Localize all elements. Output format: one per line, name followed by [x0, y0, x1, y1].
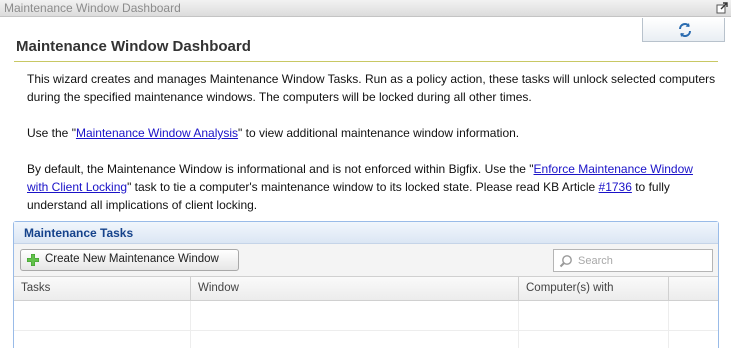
magnifier-icon — [559, 255, 572, 268]
window-title: Maintenance Window Dashboard — [4, 1, 181, 15]
popout-icon[interactable] — [716, 2, 728, 14]
column-header-computers[interactable]: Computer(s) with — [519, 277, 669, 301]
enforcement-text-middle: " task to tie a computer's maintenance w… — [127, 180, 599, 194]
maintenance-window-analysis-link[interactable]: Maintenance Window Analysis — [76, 126, 238, 140]
panel-header: Maintenance Tasks — [14, 222, 718, 244]
table-cell — [519, 301, 669, 331]
search-box[interactable] — [553, 249, 713, 272]
analysis-paragraph: Use the "Maintenance Window Analysis" to… — [27, 124, 717, 142]
analysis-text-after: " to view additional maintenance window … — [238, 126, 520, 140]
table-cell — [14, 331, 191, 348]
kb-article-link[interactable]: #1736 — [599, 180, 632, 194]
table-cell — [519, 331, 669, 348]
column-header-window[interactable]: Window — [191, 277, 519, 301]
window-titlebar: Maintenance Window Dashboard — [0, 0, 731, 17]
refresh-icon — [679, 23, 691, 37]
table-cell — [14, 301, 191, 331]
panel-toolbar: Create New Maintenance Window — [14, 244, 718, 277]
table-header: Tasks Window Computer(s) with — [14, 277, 718, 301]
title-divider — [14, 61, 718, 62]
create-maintenance-window-button[interactable]: Create New Maintenance Window — [20, 249, 239, 271]
enforcement-paragraph: By default, the Maintenance Window is in… — [27, 160, 717, 214]
create-button-label: Create New Maintenance Window — [45, 253, 219, 265]
table-cell — [191, 331, 519, 348]
column-header-tasks[interactable]: Tasks — [14, 277, 191, 301]
intro-paragraph: This wizard creates and manages Maintena… — [27, 72, 716, 104]
table-row[interactable] — [14, 301, 718, 331]
analysis-text-before: Use the " — [27, 126, 76, 140]
search-input[interactable] — [578, 253, 708, 269]
page-title: Maintenance Window Dashboard — [16, 38, 251, 55]
panel-title: Maintenance Tasks — [24, 226, 134, 240]
maintenance-tasks-panel: Maintenance Tasks Create New Maintenance… — [13, 221, 719, 348]
table-row[interactable] — [14, 331, 718, 348]
plus-icon — [27, 254, 39, 266]
refresh-button[interactable] — [642, 18, 725, 42]
enforcement-text-before: By default, the Maintenance Window is in… — [27, 162, 534, 176]
table-cell — [191, 301, 519, 331]
